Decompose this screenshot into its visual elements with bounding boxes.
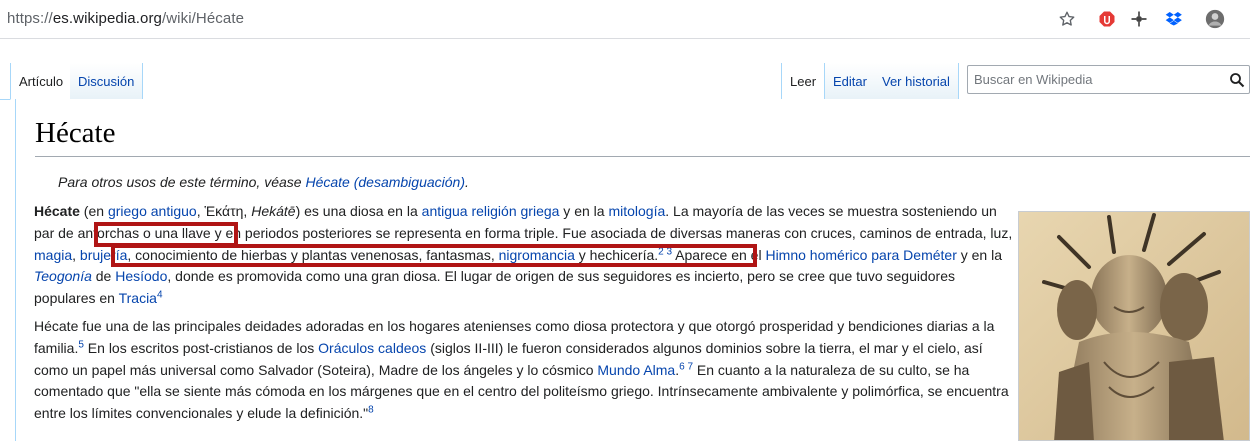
text: ) es una diosa en la	[295, 203, 422, 219]
link-oraculos-caldeos[interactable]: Oráculos caldeos	[318, 340, 426, 356]
text: En los escritos post-cristianos de los	[83, 339, 319, 356]
link-tracia[interactable]: Tracia	[119, 290, 157, 306]
search-input[interactable]	[968, 66, 1218, 93]
url-path: /wiki/Hécate	[161, 10, 245, 27]
avatar[interactable]	[1205, 9, 1225, 29]
url-host: es.wikipedia.org	[52, 10, 162, 27]
search-icon[interactable]	[1229, 72, 1245, 88]
tab-discusion-label: Discusión	[78, 74, 135, 89]
text: de	[91, 268, 116, 285]
hecate-statue-image[interactable]	[1018, 211, 1250, 441]
citation-8[interactable]: 8	[368, 405, 374, 416]
link-mitologia[interactable]: mitología	[608, 203, 665, 219]
citation-6[interactable]: 6	[679, 361, 685, 372]
text: y en la	[559, 203, 609, 219]
link-nigromancia[interactable]: nigromancia	[499, 247, 575, 263]
tab-editar[interactable]: Editar	[825, 63, 876, 100]
link-griego-antiguo[interactable]: griego antiguo	[108, 203, 197, 219]
text: , donde es promovida como una gran diosa…	[34, 268, 955, 307]
text: ,	[72, 246, 80, 263]
hatnote: Para otros usos de este término, véase H…	[58, 174, 469, 190]
text: (en	[79, 203, 108, 219]
url-scheme: https://	[7, 10, 53, 27]
link-brujeria[interactable]: brujería	[80, 247, 127, 263]
tab-leer-label: Leer	[790, 74, 817, 89]
lead-term: Hécate	[34, 203, 80, 219]
star-icon[interactable]	[1057, 9, 1077, 29]
text: y en periodos posteriores se representa …	[210, 224, 1013, 241]
link-antigua-religion-griega[interactable]: antigua religión griega	[422, 203, 560, 219]
link-magia[interactable]: magia	[34, 247, 72, 263]
text: Aparece en el	[672, 246, 766, 263]
paragraph-second: Hécate fue una de las principales deidad…	[34, 316, 1015, 425]
page-title: Hécate	[35, 117, 116, 149]
link-himno-homerico[interactable]: Himno homérico para Deméter	[765, 247, 956, 263]
hatnote-link[interactable]: Hécate (desambiguación)	[305, 174, 465, 190]
adblock-icon[interactable]	[1097, 9, 1117, 29]
tab-discusion[interactable]: Discusión	[70, 63, 144, 100]
title-divider	[35, 156, 1250, 157]
extension-icon[interactable]	[1129, 9, 1149, 29]
dropbox-icon[interactable]	[1164, 9, 1184, 29]
hatnote-prefix: Para otros usos de este término, véase	[58, 174, 306, 190]
citation-4[interactable]: 4	[157, 290, 163, 301]
tab-articulo[interactable]: Artículo	[10, 63, 73, 100]
text: y hechicería.	[574, 246, 659, 263]
link-mundo-alma[interactable]: Mundo Alma	[597, 362, 675, 378]
tab-ver-historial[interactable]: Ver historial	[874, 63, 959, 100]
search-box	[967, 65, 1250, 94]
text: , Ἑκάτη,	[196, 203, 252, 219]
highlighted-text: antorchas o una llave	[77, 224, 211, 241]
text: , conocimiento de hierbas y plantas vene…	[127, 246, 499, 263]
tab-leer[interactable]: Leer	[781, 63, 826, 100]
citation-2[interactable]: 2	[658, 246, 664, 257]
paragraph-intro: Hécate (en griego antiguo, Ἑκάτη, Hekátē…	[34, 201, 1015, 310]
text: y en la	[956, 246, 1002, 263]
browser-toolbar: https://es.wikipedia.org/wiki/Hécate	[0, 0, 1250, 39]
link-hesiodo[interactable]: Hesíodo	[115, 268, 167, 284]
tab-editar-label: Editar	[833, 74, 867, 89]
hatnote-suffix: .	[465, 174, 469, 190]
tab-articulo-label: Artículo	[19, 74, 64, 89]
transliteration: Hekátē	[251, 203, 296, 219]
link-teogonia[interactable]: Teogonía	[34, 268, 92, 284]
tab-ver-historial-label: Ver historial	[882, 74, 950, 89]
address-bar[interactable]: https://es.wikipedia.org/wiki/Hécate	[7, 10, 244, 27]
